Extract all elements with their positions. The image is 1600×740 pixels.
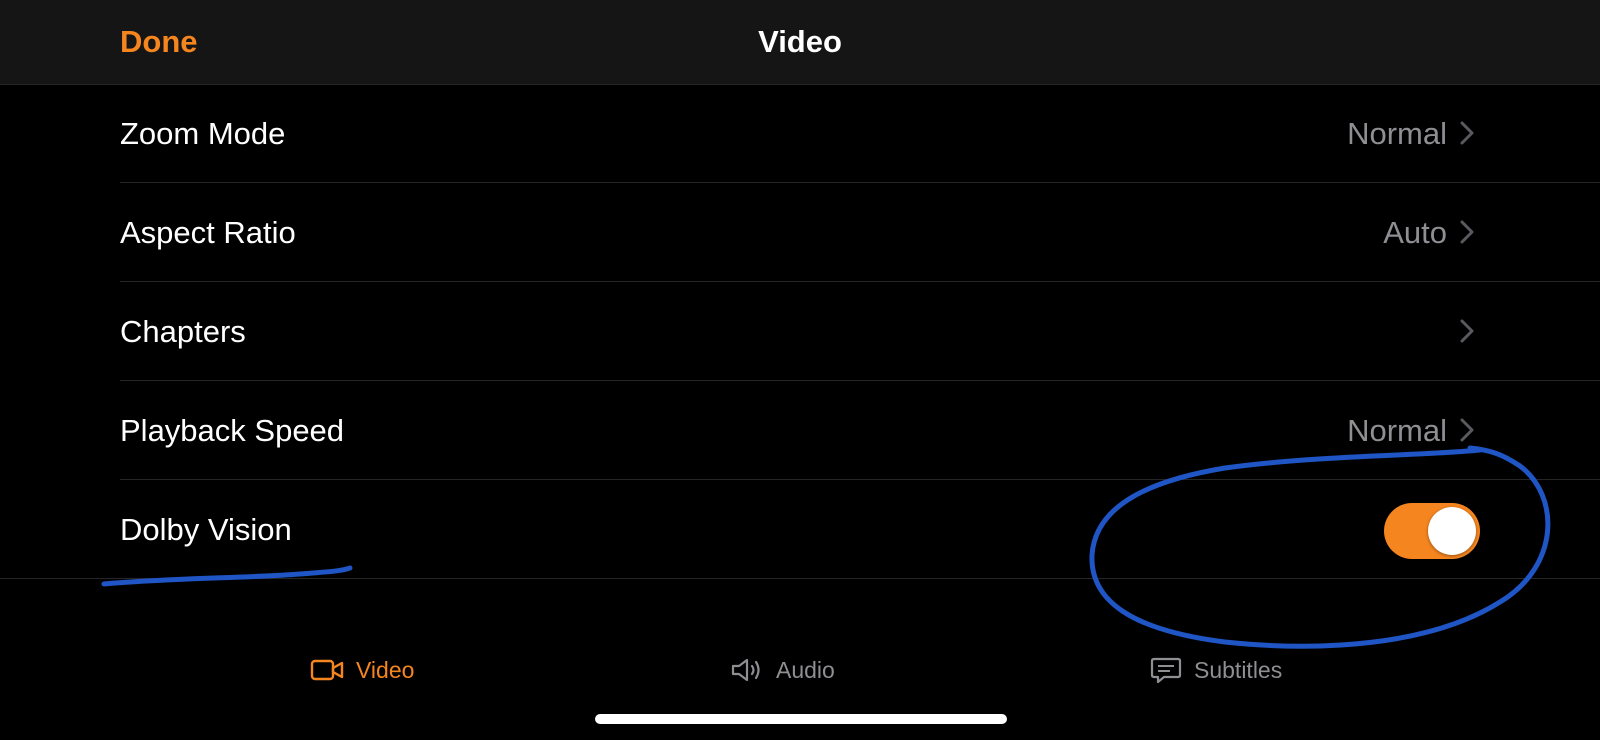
toggle-knob <box>1428 507 1476 555</box>
row-value: Normal <box>1347 413 1447 448</box>
chevron-right-icon <box>1460 319 1474 343</box>
tab-label: Video <box>356 656 415 683</box>
row-label: Chapters <box>120 314 246 349</box>
settings-row-aspect-ratio[interactable]: Aspect Ratio Auto <box>0 183 1600 282</box>
settings-list: Zoom Mode Normal Aspect Ratio Auto Chapt… <box>0 84 1600 579</box>
tab-audio[interactable]: Audio <box>730 640 835 700</box>
speech-bubble-icon <box>1150 657 1182 684</box>
tab-video[interactable]: Video <box>310 640 414 700</box>
chevron-right-icon <box>1460 121 1474 145</box>
settings-row-dolby-vision: Dolby Vision <box>0 480 1600 579</box>
tab-label: Audio <box>776 656 835 683</box>
tab-label: Subtitles <box>1194 656 1283 683</box>
row-label: Zoom Mode <box>120 116 286 151</box>
page-title: Video <box>758 24 842 59</box>
row-divider <box>0 578 1600 579</box>
tab-bar: Video Audio Subtitles <box>0 640 1600 700</box>
navigation-bar: Done Video <box>0 0 1600 85</box>
chevron-right-icon <box>1460 220 1474 244</box>
video-settings-screen: Done Video Zoom Mode Normal Aspect Ratio… <box>0 0 1600 740</box>
settings-row-zoom-mode[interactable]: Zoom Mode Normal <box>0 84 1600 183</box>
video-camera-icon <box>310 659 344 681</box>
dolby-vision-toggle[interactable] <box>1384 503 1480 559</box>
row-label: Playback Speed <box>120 413 345 448</box>
settings-row-chapters[interactable]: Chapters <box>0 282 1600 381</box>
row-label: Aspect Ratio <box>120 215 296 250</box>
speaker-icon <box>731 658 760 682</box>
tab-subtitles[interactable]: Subtitles <box>1150 640 1282 700</box>
chevron-right-icon <box>1460 418 1474 442</box>
home-indicator[interactable] <box>595 714 1007 724</box>
settings-row-playback-speed[interactable]: Playback Speed Normal <box>0 381 1600 480</box>
row-value: Normal <box>1347 116 1447 151</box>
row-label: Dolby Vision <box>120 512 292 547</box>
row-value: Auto <box>1383 215 1447 250</box>
